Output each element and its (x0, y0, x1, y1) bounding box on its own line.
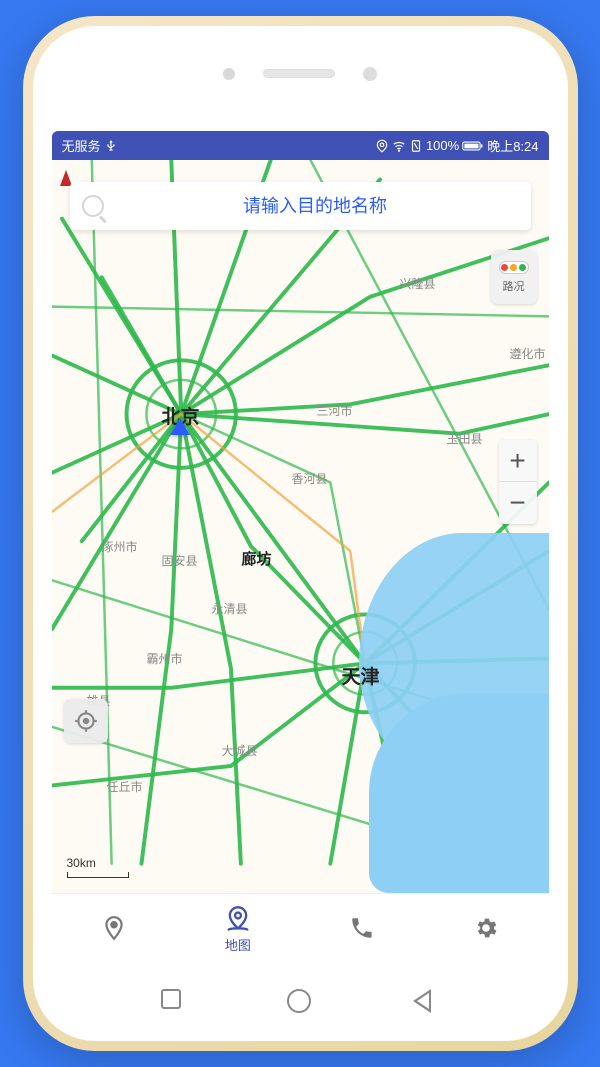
search-bar[interactable] (70, 182, 531, 230)
screen: 无服务 100% 晚上8:24 (52, 131, 549, 963)
town-label: 香河县 (292, 470, 328, 487)
town-label: 霸州市 (147, 650, 183, 667)
location-icon (375, 139, 389, 153)
town-label: 三河市 (317, 402, 353, 419)
tab-location[interactable] (52, 894, 176, 963)
traffic-toggle-button[interactable]: 路况 (491, 250, 537, 304)
tab-map[interactable]: 地图 (176, 894, 300, 963)
scale-text: 30km (67, 856, 96, 870)
town-label: 大城县 (222, 742, 258, 759)
traffic-label: 路况 (503, 278, 525, 294)
town-label: 兴隆县 (400, 275, 436, 292)
wifi-icon (392, 139, 406, 153)
hardware-nav-bar (33, 963, 568, 1041)
status-bar: 无服务 100% 晚上8:24 (52, 131, 549, 160)
traffic-light-icon (499, 261, 529, 274)
town-label: 任丘市 (107, 778, 143, 795)
zoom-out-button[interactable]: − (499, 482, 537, 524)
town-label: 遵化市 (510, 345, 546, 362)
tab-label: 地图 (225, 935, 251, 954)
front-camera (363, 67, 377, 81)
map-scale: 30km (67, 856, 129, 878)
service-status-text: 无服务 (62, 136, 101, 155)
bottom-tab-bar: 地图 (52, 893, 549, 963)
locate-me-button[interactable] (64, 699, 108, 743)
tab-settings[interactable] (424, 894, 548, 963)
battery-icon (462, 139, 484, 153)
search-icon (82, 195, 104, 217)
speaker-grille (263, 69, 335, 78)
tab-phone[interactable] (300, 894, 424, 963)
map-viewport[interactable]: 北京天津廊坊兴隆县遵化市三河市玉田县香河县涿州市固安县永清县霸州市雄县大城县任丘… (52, 160, 549, 893)
town-label: 永清县 (212, 600, 248, 617)
destination-input[interactable] (112, 196, 519, 217)
city-label: 廊坊 (242, 548, 272, 569)
clock-text: 晚上8:24 (487, 136, 538, 155)
home-key[interactable] (287, 989, 313, 1015)
back-key[interactable] (413, 989, 439, 1015)
map-canvas[interactable]: 北京天津廊坊兴隆县遵化市三河市玉田县香河县涿州市固安县永清县霸州市雄县大城县任丘… (52, 160, 549, 893)
top-hardware (33, 26, 568, 121)
town-label: 涿州市 (102, 538, 138, 555)
zoom-control: + − (499, 440, 537, 524)
map-pin-icon (223, 904, 253, 934)
sim-icon (409, 139, 423, 153)
usb-icon (104, 139, 118, 153)
phone-frame: 无服务 100% 晚上8:24 (23, 16, 578, 1051)
recent-apps-key[interactable] (161, 989, 187, 1015)
battery-percent-text: 100% (426, 138, 459, 153)
city-label: 天津 (342, 662, 380, 689)
proximity-sensor (223, 68, 235, 80)
location-pin-icon (99, 913, 129, 943)
current-location-marker (170, 418, 190, 435)
crosshair-icon (73, 708, 99, 734)
town-label: 玉田县 (447, 430, 483, 447)
gear-icon (471, 913, 501, 943)
phone-icon (347, 913, 377, 943)
town-label: 固安县 (162, 552, 198, 569)
phone-body: 无服务 100% 晚上8:24 (33, 26, 568, 1041)
zoom-in-button[interactable]: + (499, 440, 537, 482)
